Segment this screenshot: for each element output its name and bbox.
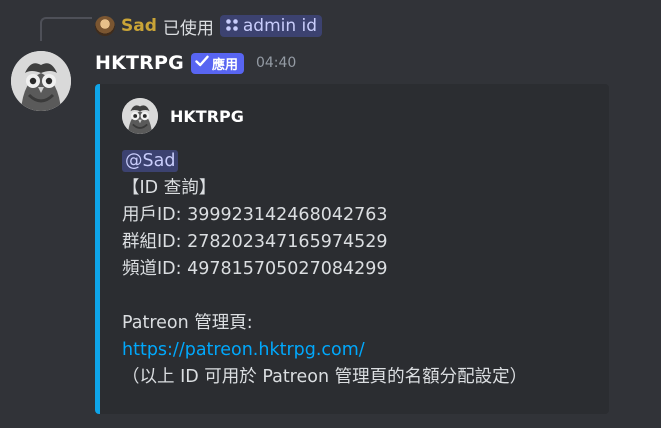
command-pill[interactable]: admin id [219,15,323,37]
embed-card: HKTRPG @Sad 【ID 查詢】 用戶ID: 39992314246804… [95,84,609,414]
slash-command-icon [225,18,239,35]
patreon-link[interactable]: https://patreon.hktrpg.com/ [122,340,365,360]
replied-user-avatar[interactable] [95,16,115,36]
footnote-line: （以上 ID 可用於 Patreon 管理頁的名額分配設定） [122,367,528,387]
embed-author-icon [122,98,158,134]
bot-username[interactable]: HKTRPG [95,52,184,74]
checkmark-icon [195,55,209,71]
channel-id-line: 頻道ID: 497815705027084299 [122,259,388,279]
replied-username[interactable]: Sad [121,16,157,36]
embed-author: HKTRPG [122,98,244,134]
id-lookup-title: 【ID 查詢】 [122,178,217,198]
app-badge-label: 應用 [211,57,238,73]
bot-avatar[interactable] [11,51,71,111]
user-mention[interactable]: @Sad [122,150,179,172]
used-command-text: 已使用 [162,18,214,39]
reply-connector [40,17,92,41]
message-header: HKTRPG 應用 04:40 [95,50,296,76]
command-name: admin id [242,16,318,36]
patreon-label: Patreon 管理頁: [122,313,253,333]
embed-description: @Sad 【ID 查詢】 用戶ID: 399923142468042763 群組… [122,148,527,391]
group-id-line: 群組ID: 278202347165974529 [122,232,388,252]
app-badge: 應用 [190,52,244,74]
owl-avatar-icon [11,51,71,111]
command-used-line[interactable]: Sad 已使用 admin id [95,14,323,39]
owl-author-icon [122,98,158,134]
embed-author-name: HKTRPG [170,106,244,126]
user-id-line: 用戶ID: 399923142468042763 [122,205,388,225]
message-timestamp[interactable]: 04:40 [256,55,296,71]
chat-message: Sad 已使用 admin id HKTRPG 應用 04:40 HKTRPG … [0,0,661,428]
